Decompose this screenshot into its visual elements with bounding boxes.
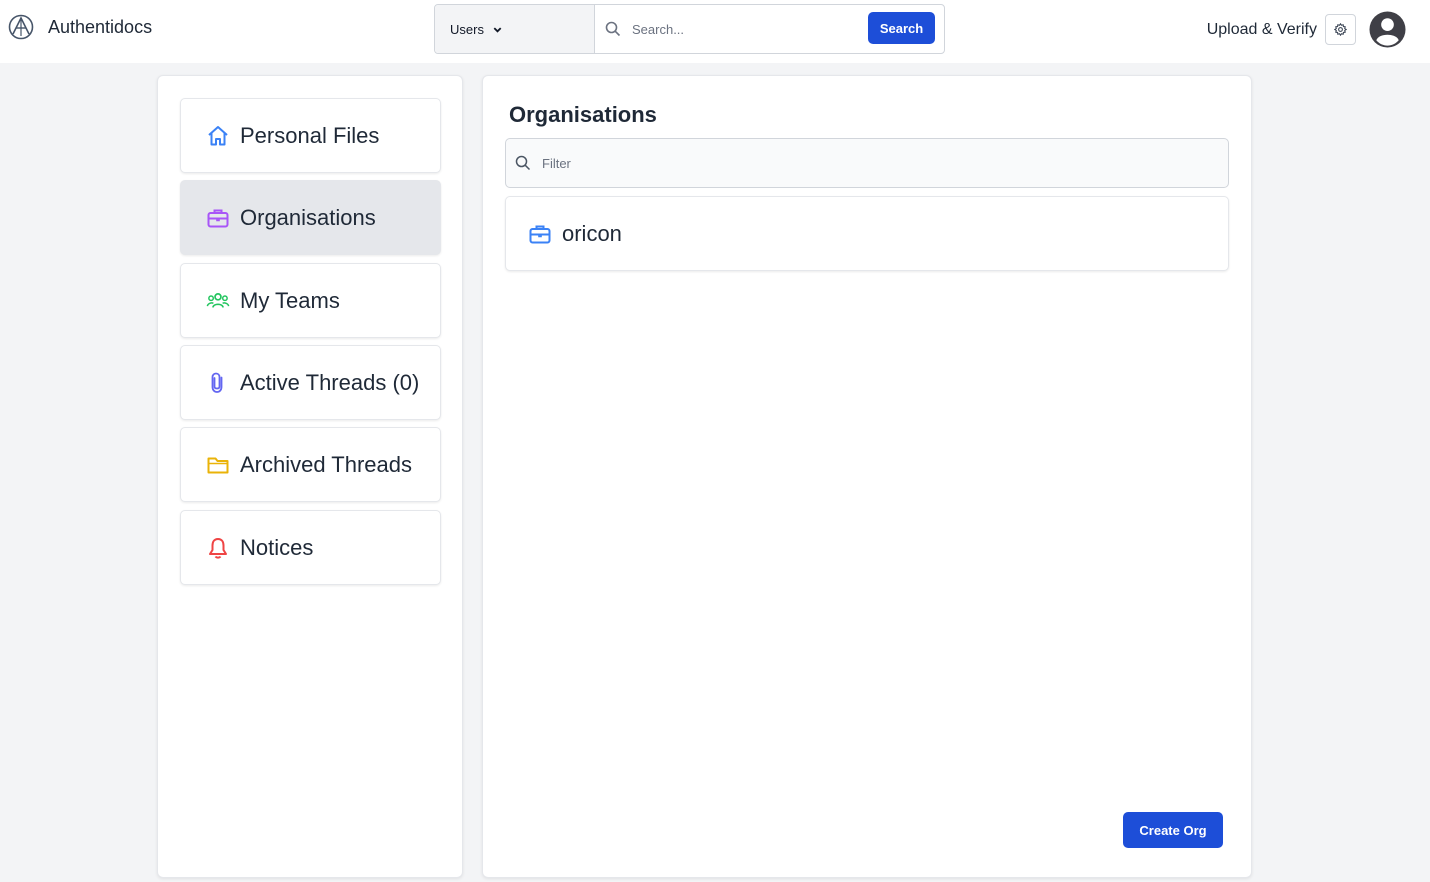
user-avatar-icon[interactable] bbox=[1369, 11, 1406, 48]
gear-icon bbox=[1334, 23, 1347, 36]
search-box: Search bbox=[595, 5, 944, 53]
sidebar-item-organisations[interactable]: Organisations bbox=[180, 180, 441, 255]
upload-verify-link[interactable]: Upload & Verify bbox=[1207, 21, 1317, 39]
sidebar-item-my-teams[interactable]: My Teams bbox=[180, 263, 441, 338]
header-actions: Upload & Verify bbox=[1207, 11, 1406, 48]
briefcase-icon bbox=[206, 206, 230, 230]
users-icon bbox=[206, 289, 230, 313]
organisations-panel: Organisations oricon Create Org bbox=[482, 75, 1252, 878]
sidebar-item-label: Notices bbox=[240, 534, 314, 560]
organisation-name: oricon bbox=[562, 220, 622, 246]
top-navbar: Authentidocs Users Search Upload & Verif… bbox=[0, 0, 1430, 63]
organisation-item[interactable]: oricon bbox=[505, 196, 1229, 271]
sidebar-item-label: Archived Threads bbox=[240, 451, 413, 477]
settings-button[interactable] bbox=[1325, 14, 1356, 45]
briefcase-icon bbox=[528, 222, 552, 246]
search-icon bbox=[605, 21, 621, 37]
search-icon bbox=[515, 155, 531, 171]
search-button[interactable]: Search bbox=[868, 12, 935, 44]
sidebar-item-notices[interactable]: Notices bbox=[180, 510, 441, 585]
create-org-button[interactable]: Create Org bbox=[1123, 812, 1223, 848]
search-scope-select[interactable]: Users bbox=[435, 5, 595, 53]
sidebar-item-label: Personal Files bbox=[240, 122, 380, 148]
sidebar-item-personal-files[interactable]: Personal Files bbox=[180, 98, 441, 173]
page-title: Organisations bbox=[509, 102, 657, 127]
chevron-down-icon bbox=[493, 26, 502, 33]
home-icon bbox=[206, 124, 230, 148]
search-group: Users Search bbox=[434, 4, 945, 54]
sidebar-item-archived-threads[interactable]: Archived Threads bbox=[180, 427, 441, 502]
filter-input[interactable] bbox=[506, 139, 1228, 187]
filter-box bbox=[505, 138, 1229, 188]
folder-icon bbox=[206, 453, 230, 477]
search-scope-value: Users bbox=[450, 21, 484, 37]
sidebar-item-label: Organisations bbox=[240, 204, 376, 230]
bell-icon bbox=[206, 536, 230, 560]
sidebar: Personal Files Organisations My Teams Ac… bbox=[157, 75, 463, 878]
sidebar-item-label: Active Threads (0) bbox=[240, 369, 420, 395]
sidebar-item-label: My Teams bbox=[240, 287, 340, 313]
authentidocs-logo-icon bbox=[8, 14, 34, 40]
paperclip-icon bbox=[206, 371, 230, 395]
sidebar-item-active-threads[interactable]: Active Threads (0) bbox=[180, 345, 441, 420]
brand[interactable]: Authentidocs bbox=[8, 14, 152, 40]
app-name: Authentidocs bbox=[48, 16, 153, 37]
